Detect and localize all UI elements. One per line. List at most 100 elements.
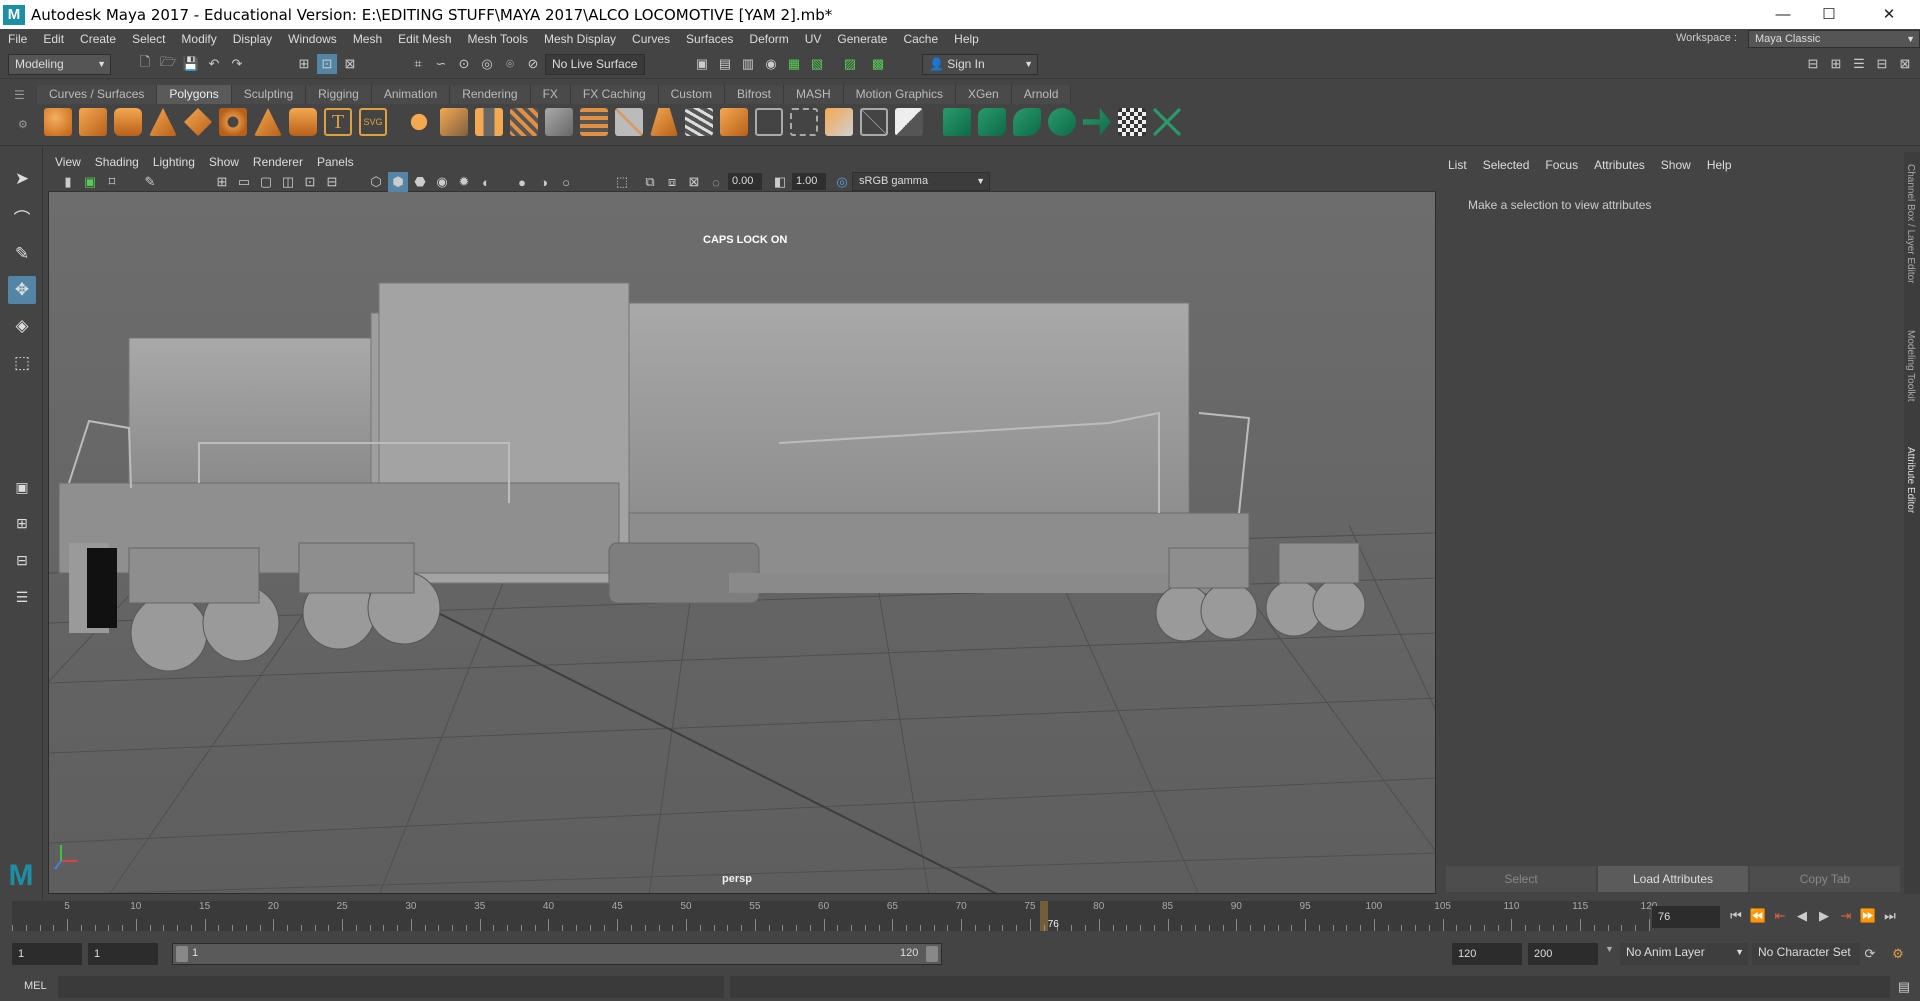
menu-mesh[interactable]: Mesh [345,32,390,46]
shelf-tab-curves-surfaces[interactable]: Curves / Surfaces [37,85,158,104]
attribute-editor-tab[interactable]: Attribute Editor [1905,447,1916,513]
go-to-start-icon[interactable]: ⏮ [1726,906,1746,926]
poly-cube-icon[interactable] [79,108,107,136]
viewport-menu-renderer[interactable]: Renderer [246,155,310,169]
menu-select[interactable]: Select [124,32,173,46]
viewport-scene[interactable] [49,153,1436,894]
ipr-render-icon[interactable]: ▤ [715,54,735,74]
render-icon[interactable]: ▣ [692,54,712,74]
ae-menu-list[interactable]: List [1440,155,1475,175]
shelf-tab-polygons[interactable]: Polygons [157,85,232,104]
layout-icon[interactable]: ⊟ [1803,54,1823,74]
close-button[interactable]: ✕ [1866,0,1912,29]
select-component-icon[interactable]: ⊠ [340,54,360,74]
sign-in-button[interactable]: 👤 Sign In ▼ [922,54,1038,75]
outliner-layout-icon[interactable]: ☰ [8,583,36,611]
screen-space-ao-icon[interactable]: ● [512,172,532,192]
motion-blur-icon[interactable]: ◑ [534,172,554,192]
menu-set-dropdown[interactable]: Modeling ▼ [8,54,111,75]
poly-cylinder-icon[interactable] [114,108,142,136]
separate-icon[interactable] [440,108,468,136]
snap-point-icon[interactable]: ⊙ [454,54,474,74]
menu-windows[interactable]: Windows [280,32,345,46]
shelf-tab-animation[interactable]: Animation [371,85,451,104]
shelf-tab-sculpting[interactable]: Sculpting [231,85,307,104]
ae-select-button[interactable]: Select [1446,866,1596,892]
shelf-options-icon[interactable]: ⚙ [18,118,28,131]
xray-active-icon[interactable]: ⊠ [684,172,704,192]
range-start-handle[interactable] [176,946,188,962]
range-slider[interactable] [172,943,942,965]
shelf-tab-rendering[interactable]: Rendering [450,85,531,104]
panel-icon[interactable]: ⊞ [1826,54,1846,74]
step-forward-frame-icon[interactable]: ⇥ [1836,906,1856,926]
poly-pipe-icon[interactable] [289,108,317,136]
mirror-icon[interactable] [545,108,573,136]
persp-outliner-icon[interactable]: ⊟ [8,546,36,574]
menu-surfaces[interactable]: Surfaces [678,32,741,46]
fill-hole-icon[interactable] [860,108,888,136]
wireframe-on-shaded-icon[interactable]: ⬣ [410,172,430,192]
anim-layer-dropdown[interactable]: No Anim Layer ▼ [1620,943,1748,965]
animation-end-field[interactable]: 200 [1528,943,1598,965]
target-weld-icon[interactable] [720,108,748,136]
extrude-icon[interactable] [580,108,608,136]
ae-menu-selected[interactable]: Selected [1475,155,1538,175]
script-editor-icon[interactable]: ▤ [1894,977,1914,997]
safe-action-icon[interactable]: ⊟ [322,172,342,192]
menu-edit-mesh[interactable]: Edit Mesh [390,32,459,46]
isolate-select-icon[interactable]: ⬚ [612,172,632,192]
poly-torus-icon[interactable] [219,108,247,136]
play-forwards-icon[interactable]: ▶ [1814,906,1834,926]
maximize-button[interactable]: ☐ [1806,0,1852,29]
viewport-menu-shading[interactable]: Shading [88,155,146,169]
multi-cut-icon[interactable] [685,108,713,136]
snap-view-icon[interactable]: ◎ [477,54,497,74]
scale-tool-icon[interactable]: ⬚ [8,349,36,377]
go-to-end-icon[interactable]: ⏭ [1880,906,1900,926]
minimize-button[interactable]: — [1760,0,1806,29]
new-scene-icon[interactable]: 🗋 [135,54,155,74]
spherical-map-icon[interactable] [1048,108,1076,136]
menu-generate[interactable]: Generate [829,32,895,46]
step-back-frame-icon[interactable]: ⇤ [1770,906,1790,926]
checker-icon[interactable] [1118,108,1146,136]
viewport-menu-lighting[interactable]: Lighting [146,155,202,169]
menu-deform[interactable]: Deform [741,32,796,46]
ae-menu-help[interactable]: Help [1699,155,1740,175]
gamma-field[interactable]: 1.00 [792,173,826,190]
snap-grid-icon[interactable]: ⌗ [408,54,428,74]
toggle-modeling-toolkit-icon[interactable]: ▧ [807,54,827,74]
ae-menu-show[interactable]: Show [1653,155,1699,175]
svg-icon[interactable]: SVG [359,108,387,136]
save-scene-icon[interactable]: 💾 [181,54,201,74]
bridge-icon[interactable] [615,108,643,136]
graph-editor-icon[interactable]: ⊟ [1872,54,1892,74]
snap-curve-icon[interactable]: ∽ [431,54,451,74]
step-back-key-icon[interactable]: ⏪ [1748,906,1768,926]
shelf-tab-custom[interactable]: Custom [658,85,725,104]
command-language-label[interactable]: MEL [24,980,47,992]
animation-start-field[interactable]: 1 [12,943,82,965]
select-tool-icon[interactable]: ➤ [8,165,36,193]
snap-live-icon[interactable]: ⊘ [523,54,543,74]
render-view-icon[interactable]: ▦ [784,54,804,74]
hide-panels-icon[interactable]: ⊠ [1895,54,1915,74]
grease-pencil-icon[interactable]: ✎ [140,172,160,192]
anti-aliasing-icon[interactable]: ○ [556,172,576,192]
shelf-tab-xgen[interactable]: XGen [956,85,1012,104]
smooth-icon[interactable] [475,108,503,136]
camera-icon[interactable]: ▮ [58,172,78,192]
bookmark-icon[interactable]: ⌑ [102,172,122,192]
menu-display[interactable]: Display [225,32,280,46]
resolution-gate-icon[interactable]: ▢ [256,172,276,192]
xray-icon[interactable]: ⧉ [640,172,660,192]
live-surface-field[interactable]: No Live Surface [545,54,645,75]
rotate-tool-icon[interactable]: ◈ [8,312,36,340]
menu-file[interactable]: File [0,32,35,46]
menu-mesh-display[interactable]: Mesh Display [536,32,624,46]
exposure-icon[interactable]: ◌ [706,172,726,192]
xray-joints-icon[interactable]: ⧈ [662,172,682,192]
edge-loop-icon[interactable] [755,108,783,136]
color-management-icon[interactable]: ◎ [832,172,852,192]
